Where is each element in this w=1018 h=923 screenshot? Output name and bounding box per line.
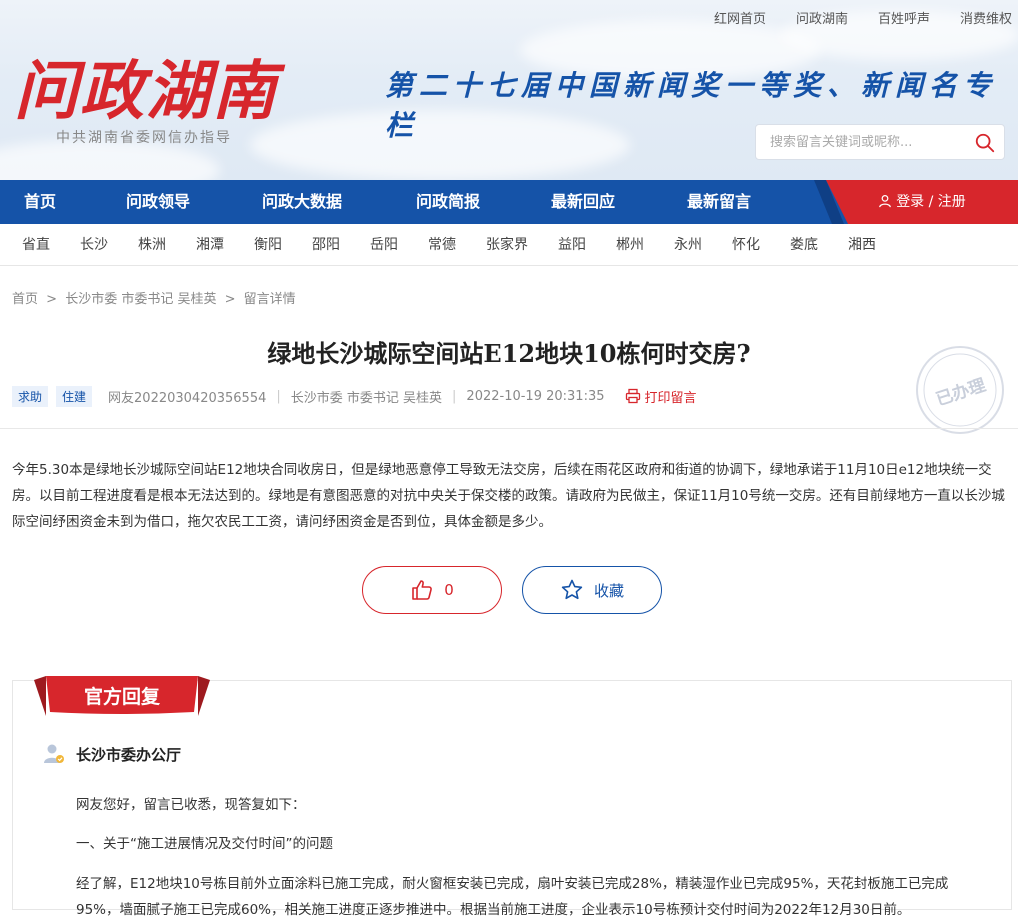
top-link-baixing[interactable]: 百姓呼声 — [878, 8, 930, 27]
top-link-hongwang[interactable]: 红网首页 — [714, 8, 766, 27]
nav-big-data[interactable]: 问政大数据 — [262, 180, 342, 224]
search-input[interactable] — [756, 125, 966, 159]
user-icon — [879, 194, 892, 208]
site-header: 红网首页 问政湖南 百姓呼声 消费维权 问政湖南 中共湖南省委网信办指导 第二十… — [0, 0, 1018, 180]
city-yiyang[interactable]: 益阳 — [558, 224, 586, 266]
print-message-button[interactable]: 打印留言 — [625, 387, 697, 406]
city-hengyang[interactable]: 衡阳 — [254, 224, 282, 266]
logo-subtitle: 中共湖南省委网信办指导 — [56, 130, 232, 146]
login-label: 登录 / 注册 — [896, 194, 966, 210]
breadcrumb-sep: > — [224, 292, 236, 307]
favorite-button[interactable]: 收藏 — [522, 566, 662, 614]
reply-department: 长沙市委办公厅 — [42, 742, 181, 766]
breadcrumb-current: 留言详情 — [243, 292, 296, 307]
city-xiangxi[interactable]: 湘西 — [848, 224, 876, 266]
top-link-consumer[interactable]: 消费维权 — [960, 8, 1012, 27]
tag-housing[interactable]: 住建 — [56, 385, 93, 407]
login-register-button[interactable]: 登录 / 注册 — [826, 180, 1018, 224]
post-time: 2022-10-19 20:31:35 — [466, 388, 605, 404]
breadcrumb-home[interactable]: 首页 — [12, 292, 38, 307]
print-label: 打印留言 — [644, 390, 697, 406]
breadcrumb-leader[interactable]: 长沙市委 市委书记 吴桂英 — [65, 292, 216, 307]
city-shaoyang[interactable]: 邵阳 — [312, 224, 340, 266]
breadcrumb-sep: > — [46, 292, 58, 307]
post-target[interactable]: 长沙市委 市委书记 吴桂英 — [291, 387, 442, 406]
city-changde[interactable]: 常德 — [428, 224, 456, 266]
breadcrumb: 首页 > 长沙市委 市委书记 吴桂英 > 留言详情 — [12, 288, 296, 307]
city-shengzhi[interactable]: 省直 — [22, 224, 50, 266]
nav-latest-responses[interactable]: 最新回应 — [551, 180, 615, 224]
city-xiangtan[interactable]: 湘潭 — [196, 224, 224, 266]
tag-help[interactable]: 求助 — [12, 385, 49, 407]
city-bar: 省直 长沙 株洲 湘潭 衡阳 邵阳 岳阳 常德 张家界 益阳 郴州 永州 怀化 … — [0, 224, 1018, 266]
post-body: 今年5.30本是绿地长沙城际空间站E12地块合同收房日，但是绿地恶意停工导致无法… — [12, 462, 1005, 530]
nav-home[interactable]: 首页 — [24, 180, 56, 224]
favorite-label: 收藏 — [593, 581, 624, 600]
post-author: 网友2022030420356554 — [108, 390, 267, 406]
department-name: 长沙市委办公厅 — [76, 745, 182, 764]
like-count: 0 — [444, 581, 454, 599]
city-changsha[interactable]: 长沙 — [80, 224, 108, 266]
processed-stamp-icon: 已办理 — [916, 346, 1004, 434]
content-divider — [0, 428, 1018, 429]
city-chenzhou[interactable]: 郴州 — [616, 224, 644, 266]
top-link-wenzheng[interactable]: 问政湖南 — [796, 8, 848, 27]
city-zhuzhou[interactable]: 株洲 — [138, 224, 166, 266]
search-box — [755, 124, 1005, 160]
post-title: 绿地长沙城际空间站E12地块10栋何时交房? — [267, 339, 751, 368]
nav-briefing[interactable]: 问政简报 — [416, 180, 480, 224]
meta-separator: | — [452, 388, 457, 404]
reply-paragraph: 经了解，E12地块10号栋目前外立面涂料已施工完成，耐火窗框安装已完成，扇叶安装… — [76, 875, 949, 918]
department-avatar-icon — [44, 744, 64, 763]
reply-greeting: 网友您好，留言已收悉，现答复如下： — [76, 796, 306, 813]
search-icon[interactable] — [974, 132, 996, 154]
like-button[interactable]: 0 — [362, 566, 502, 614]
stamp-text: 已办理 — [933, 375, 988, 411]
post-meta: 求助 住建 网友2022030420356554 | 长沙市委 市委书记 吴桂英… — [12, 385, 697, 407]
nav-latest-messages[interactable]: 最新留言 — [687, 180, 751, 224]
top-links: 红网首页 问政湖南 百姓呼声 消费维权 — [714, 8, 1012, 27]
printer-icon — [625, 388, 640, 404]
city-loudi[interactable]: 娄底 — [790, 224, 818, 266]
reply-section-title: 一、关于“施工进展情况及交付时间”的问题 — [76, 835, 333, 852]
star-icon — [561, 579, 583, 600]
nav-leaders[interactable]: 问政领导 — [126, 180, 190, 224]
thumbs-up-icon — [412, 580, 433, 600]
reply-header: 官方回复 — [83, 686, 160, 708]
city-yueyang[interactable]: 岳阳 — [370, 224, 398, 266]
city-yongzhou[interactable]: 永州 — [674, 224, 702, 266]
meta-separator: | — [276, 388, 281, 404]
city-huaihua[interactable]: 怀化 — [732, 224, 760, 266]
city-zhangjiajie[interactable]: 张家界 — [486, 224, 528, 266]
site-logo[interactable]: 问政湖南 — [14, 40, 278, 132]
